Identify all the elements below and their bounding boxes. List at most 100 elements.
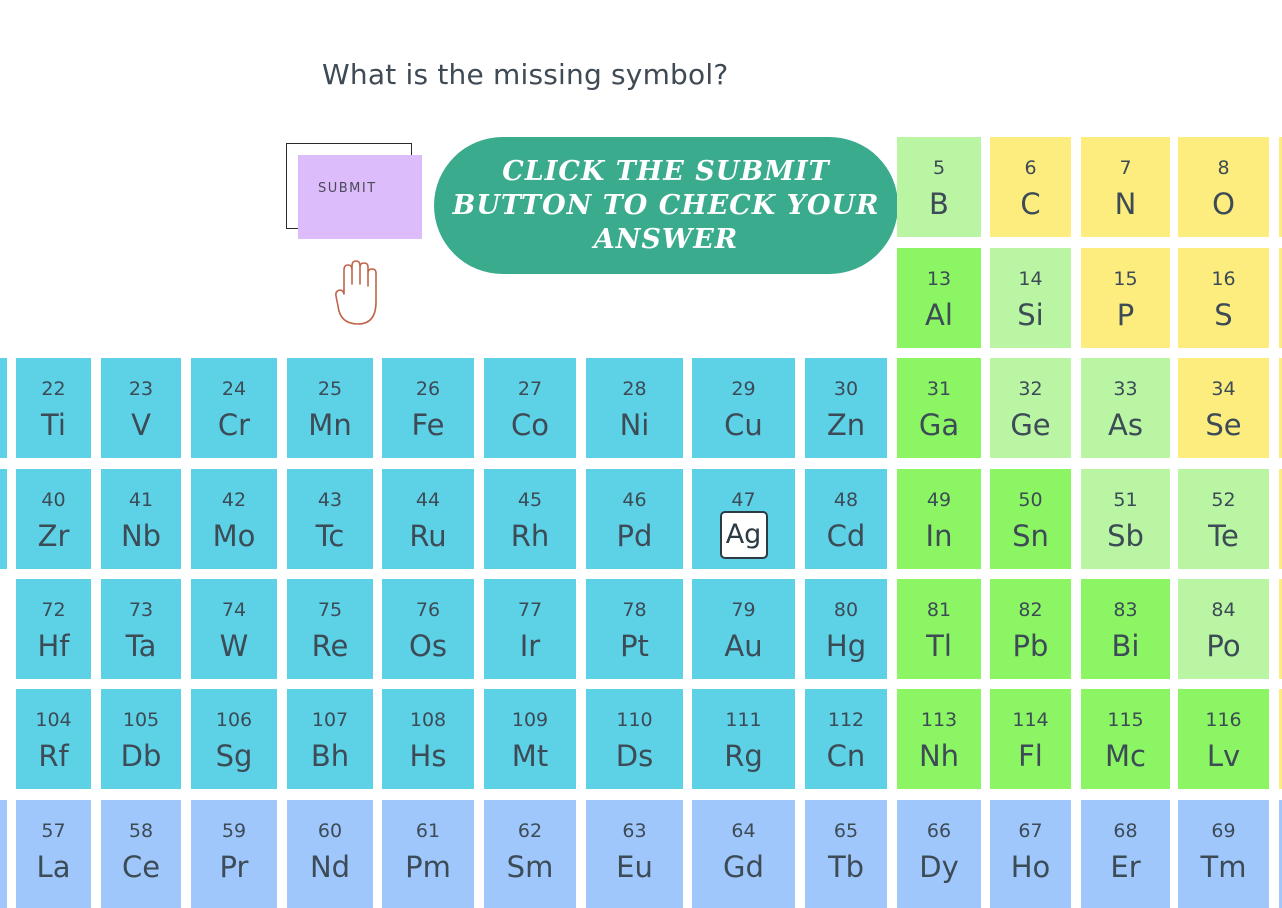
element-cell: 40 Zr — [16, 469, 91, 569]
atomic-number: 62 — [517, 820, 543, 842]
submit-button[interactable]: SUBMIT — [298, 155, 422, 239]
element-cell: 13 Al — [897, 248, 981, 348]
element-cell: 22 Ti — [16, 358, 91, 458]
element-symbol: Cn — [826, 739, 866, 773]
element-cell: 67 Ho — [990, 800, 1071, 908]
atomic-number: 50 — [1018, 489, 1043, 511]
atomic-number: 72 — [41, 599, 66, 621]
atomic-number: 109 — [511, 709, 549, 731]
element-cell: 116 Lv — [1178, 689, 1269, 789]
atomic-number: 8 — [1217, 157, 1230, 179]
atomic-number: 64 — [731, 820, 756, 842]
element-symbol: Re — [311, 629, 349, 663]
element-symbol: Hf — [37, 629, 70, 663]
element-symbol: Ru — [409, 519, 447, 553]
element-symbol: La — [36, 850, 71, 884]
element-cell: 31 Ga — [897, 358, 981, 458]
element-cell: 104 Rf — [16, 689, 91, 789]
atomic-number: 15 — [1113, 268, 1138, 290]
atomic-number: 104 — [35, 709, 72, 731]
element-symbol: S — [1214, 298, 1233, 332]
element-symbol: Hg — [825, 629, 867, 663]
element-cell: 23 V — [101, 358, 181, 458]
element-cell: 46 Pd — [586, 469, 683, 569]
atomic-number: 7 — [1119, 157, 1132, 179]
atomic-number: 33 — [1113, 378, 1138, 400]
element-cell: 32 Ge — [990, 358, 1071, 458]
element-symbol: Tl — [926, 629, 952, 663]
element-symbol: Fe — [411, 408, 445, 442]
atomic-number: 105 — [122, 709, 160, 731]
atomic-number: 76 — [415, 599, 441, 621]
element-symbol: Ti — [41, 408, 66, 442]
atomic-number: 60 — [317, 820, 343, 842]
element-symbol: Sg — [215, 739, 253, 773]
atomic-number: 77 — [517, 599, 543, 621]
atomic-number: 34 — [1211, 378, 1236, 400]
element-symbol: Ta — [125, 629, 157, 663]
element-symbol: Os — [409, 629, 447, 663]
element-symbol: N — [1114, 187, 1137, 221]
atomic-number: 112 — [827, 709, 865, 731]
atomic-number: 44 — [415, 489, 441, 511]
element-cell: 25 Mn — [287, 358, 373, 458]
atomic-number: 65 — [833, 820, 859, 842]
element-cell: 111 Rg — [692, 689, 795, 789]
element-symbol: B — [929, 187, 949, 221]
atomic-number: 24 — [221, 378, 247, 400]
atomic-number: 75 — [317, 599, 343, 621]
element-cell: 83 Bi — [1081, 579, 1170, 679]
element-symbol: Lv — [1206, 739, 1241, 773]
element-cell: 79 Au — [692, 579, 795, 679]
element-cell: 57 La — [16, 800, 91, 908]
atomic-number: 16 — [1211, 268, 1236, 290]
atomic-number: 32 — [1018, 378, 1043, 400]
element-cell: 77 Ir — [484, 579, 576, 679]
element-cell: 6C — [990, 137, 1071, 237]
element-cell: 84 Po — [1178, 579, 1269, 679]
element-symbol: Ir — [519, 629, 541, 663]
element-symbol: Bh — [310, 739, 350, 773]
atomic-number: 69 — [1211, 820, 1236, 842]
atomic-number: 83 — [1113, 599, 1138, 621]
atomic-number: 43 — [317, 489, 343, 511]
element-symbol: Pm — [405, 850, 451, 884]
element-symbol: Pt — [620, 629, 649, 663]
element-cell: 7N — [1081, 137, 1170, 237]
atomic-number: 58 — [128, 820, 154, 842]
element-symbol: Tm — [1200, 850, 1247, 884]
atomic-number: 74 — [221, 599, 247, 621]
element-symbol: W — [219, 629, 249, 663]
element-symbol: Zn — [826, 408, 866, 442]
element-symbol: Dy — [919, 850, 959, 884]
element-symbol: Tb — [827, 850, 865, 884]
element-symbol: Cr — [217, 408, 251, 442]
element-cell: 73 Ta — [101, 579, 181, 679]
atomic-number: 59 — [221, 820, 247, 842]
element-cell: 60 Nd — [287, 800, 373, 908]
element-symbol: Fl — [1018, 739, 1043, 773]
element-symbol: Rg — [724, 739, 763, 773]
element-symbol: Cu — [724, 408, 763, 442]
element-cell: 113 Nh — [897, 689, 981, 789]
element-cell: 64 Gd — [692, 800, 795, 908]
clipped-cell — [0, 800, 7, 908]
element-symbol: Rf — [38, 739, 69, 773]
element-symbol: Mc — [1105, 739, 1146, 773]
element-cell: 42 Mo — [191, 469, 277, 569]
element-symbol: Hs — [409, 739, 447, 773]
atomic-number: 27 — [517, 378, 543, 400]
atomic-number: 46 — [622, 489, 647, 511]
element-cell: 28 Ni — [586, 358, 683, 458]
element-cell: 106 Sg — [191, 689, 277, 789]
atomic-number: 25 — [317, 378, 343, 400]
missing-symbol-input[interactable]: Ag — [719, 511, 768, 559]
element-symbol: Cd — [826, 519, 866, 553]
element-symbol: In — [925, 519, 953, 553]
element-symbol: Ni — [619, 408, 650, 442]
element-cell: 52 Te — [1178, 469, 1269, 569]
question-title: What is the missing symbol? — [322, 58, 729, 91]
element-cell: 112 Cn — [805, 689, 887, 789]
element-symbol: Tc — [315, 519, 345, 553]
atomic-number: 22 — [41, 378, 66, 400]
